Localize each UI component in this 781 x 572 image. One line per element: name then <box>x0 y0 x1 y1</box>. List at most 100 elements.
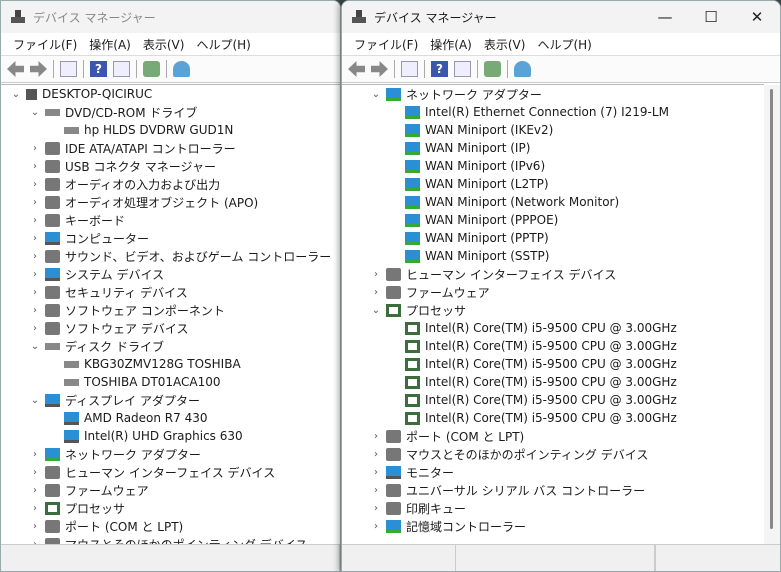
tree-item[interactable]: › オーディオの入力および出力 <box>1 175 340 193</box>
action-pane-icon[interactable] <box>113 61 130 77</box>
tree-item[interactable]: WAN Miniport (IKEv2) <box>342 121 764 139</box>
chevron-down-icon[interactable]: ⌄ <box>9 89 23 100</box>
chevron-down-icon[interactable]: ⌄ <box>28 395 42 406</box>
tree-item[interactable]: › ヒューマン インターフェイス デバイス <box>342 265 764 283</box>
tree-item[interactable]: › プロセッサ <box>1 499 340 517</box>
tree-item[interactable]: Intel(R) Ethernet Connection (7) I219-LM <box>342 103 764 121</box>
tree-item[interactable]: WAN Miniport (IP) <box>342 139 764 157</box>
tree-item[interactable]: › オーディオ処理オブジェクト (APO) <box>1 193 340 211</box>
forward-icon[interactable] <box>371 61 388 77</box>
back-icon[interactable] <box>348 61 365 77</box>
menu-file[interactable]: ファイル(F) <box>354 36 418 53</box>
chevron-right-icon[interactable]: › <box>28 305 42 316</box>
chevron-right-icon[interactable]: › <box>28 233 42 244</box>
minimize-button[interactable]: — <box>642 8 688 26</box>
chevron-right-icon[interactable]: › <box>369 287 383 298</box>
chevron-down-icon[interactable]: ⌄ <box>28 341 42 352</box>
chevron-right-icon[interactable]: › <box>28 251 42 262</box>
tree-item[interactable]: ⌄ DESKTOP-QICIRUC <box>1 85 340 103</box>
back-icon[interactable] <box>7 61 24 77</box>
chevron-right-icon[interactable]: › <box>28 161 42 172</box>
tree-item[interactable]: › ユニバーサル シリアル バス コントローラー <box>342 481 764 499</box>
tree-item[interactable]: ⌄ DVD/CD-ROM ドライブ <box>1 103 340 121</box>
tree-item[interactable]: › ポート (COM と LPT) <box>342 427 764 445</box>
tree-item[interactable]: ›マウスとそのほかのポインティング デバイス <box>342 445 764 463</box>
menu-file[interactable]: ファイル(F) <box>13 36 77 53</box>
tree-item[interactable]: WAN Miniport (IPv6) <box>342 157 764 175</box>
chevron-right-icon[interactable]: › <box>28 467 42 478</box>
chevron-right-icon[interactable]: › <box>28 503 42 514</box>
tree-item[interactable]: ⌄ ネットワーク アダプター <box>342 85 764 103</box>
chevron-right-icon[interactable]: › <box>369 503 383 514</box>
chevron-right-icon[interactable]: › <box>28 485 42 496</box>
tree-item[interactable]: › ソフトウェア コンポーネント <box>1 301 340 319</box>
tree-item[interactable]: ⌄ プロセッサ <box>342 301 764 319</box>
chevron-right-icon[interactable]: › <box>28 449 42 460</box>
maximize-button[interactable]: ☐ <box>688 8 734 26</box>
tree-item[interactable]: › IDE ATA/ATAPI コントローラー <box>1 139 340 157</box>
tree-item[interactable]: › コンピューター <box>1 229 340 247</box>
update-driver-icon[interactable] <box>484 61 501 77</box>
tree-item[interactable]: WAN Miniport (Network Monitor) <box>342 193 764 211</box>
tree-item[interactable]: › ファームウェア <box>1 481 340 499</box>
tree-item[interactable]: Intel(R) Core(TM) i5-9500 CPU @ 3.00GHz <box>342 409 764 427</box>
chevron-down-icon[interactable]: ⌄ <box>369 89 383 100</box>
chevron-right-icon[interactable]: › <box>28 323 42 334</box>
tree-item[interactable]: › ポート (COM と LPT) <box>1 517 340 535</box>
help-icon[interactable]: ? <box>431 61 448 77</box>
tree-item[interactable]: › 印刷キュー <box>342 499 764 517</box>
chevron-right-icon[interactable]: › <box>369 467 383 478</box>
scan-hardware-icon[interactable] <box>514 61 531 77</box>
tree-item[interactable]: ⌄ ディスク ドライブ <box>1 337 340 355</box>
chevron-right-icon[interactable]: › <box>369 449 383 460</box>
show-hide-console-tree-icon[interactable] <box>401 61 418 77</box>
chevron-right-icon[interactable]: › <box>28 179 42 190</box>
tree-item[interactable]: Intel(R) Core(TM) i5-9500 CPU @ 3.00GHz <box>342 391 764 409</box>
chevron-right-icon[interactable]: › <box>369 521 383 532</box>
tree-item[interactable]: WAN Miniport (PPTP) <box>342 229 764 247</box>
tree-item[interactable]: WAN Miniport (PPPOE) <box>342 211 764 229</box>
tree-item[interactable]: AMD Radeon R7 430 <box>1 409 340 427</box>
scrollbar-thumb[interactable] <box>770 89 773 529</box>
chevron-down-icon[interactable]: ⌄ <box>28 107 42 118</box>
menu-help[interactable]: ヘルプ(H) <box>537 36 591 53</box>
chevron-right-icon[interactable]: › <box>28 287 42 298</box>
tree-item[interactable]: hp HLDS DVDRW GUD1N <box>1 121 340 139</box>
tree-item[interactable]: Intel(R) Core(TM) i5-9500 CPU @ 3.00GHz <box>342 337 764 355</box>
tree-item[interactable]: ›マウスとそのほかのポインティング デバイス <box>1 535 340 544</box>
close-button[interactable]: ✕ <box>734 8 780 26</box>
menu-view[interactable]: 表示(V) <box>143 36 185 53</box>
show-hide-console-tree-icon[interactable] <box>60 61 77 77</box>
forward-icon[interactable] <box>30 61 47 77</box>
tree-item[interactable]: ⌄ ディスプレイ アダプター <box>1 391 340 409</box>
tree-item[interactable]: TOSHIBA DT01ACA100 <box>1 373 340 391</box>
tree-item[interactable]: Intel(R) Core(TM) i5-9500 CPU @ 3.00GHz <box>342 319 764 337</box>
tree-item[interactable]: › セキュリティ デバイス <box>1 283 340 301</box>
tree-item[interactable]: WAN Miniport (L2TP) <box>342 175 764 193</box>
menu-view[interactable]: 表示(V) <box>484 36 526 53</box>
tree-item[interactable]: › ファームウェア <box>342 283 764 301</box>
tree-item[interactable]: › ソフトウェア デバイス <box>1 319 340 337</box>
chevron-right-icon[interactable]: › <box>369 269 383 280</box>
menu-action[interactable]: 操作(A) <box>430 36 472 53</box>
help-icon[interactable]: ? <box>90 61 107 77</box>
vertical-scrollbar[interactable] <box>764 85 780 544</box>
tree-item[interactable]: › ネットワーク アダプター <box>1 445 340 463</box>
action-pane-icon[interactable] <box>454 61 471 77</box>
scan-hardware-icon[interactable] <box>173 61 190 77</box>
tree-item[interactable]: › ヒューマン インターフェイス デバイス <box>1 463 340 481</box>
chevron-right-icon[interactable]: › <box>28 215 42 226</box>
tree-item[interactable]: › サウンド、ビデオ、およびゲーム コントローラー <box>1 247 340 265</box>
chevron-right-icon[interactable]: › <box>28 143 42 154</box>
chevron-right-icon[interactable]: › <box>28 197 42 208</box>
tree-item[interactable]: Intel(R) UHD Graphics 630 <box>1 427 340 445</box>
tree-item[interactable]: › システム デバイス <box>1 265 340 283</box>
menu-action[interactable]: 操作(A) <box>89 36 131 53</box>
tree-item[interactable]: › 記憶域コントローラー <box>342 517 764 535</box>
chevron-right-icon[interactable]: › <box>369 431 383 442</box>
menu-help[interactable]: ヘルプ(H) <box>196 36 250 53</box>
chevron-right-icon[interactable]: › <box>28 521 42 532</box>
tree-item[interactable]: KBG30ZMV128G TOSHIBA <box>1 355 340 373</box>
tree-item[interactable]: Intel(R) Core(TM) i5-9500 CPU @ 3.00GHz <box>342 373 764 391</box>
tree-item[interactable]: › モニター <box>342 463 764 481</box>
